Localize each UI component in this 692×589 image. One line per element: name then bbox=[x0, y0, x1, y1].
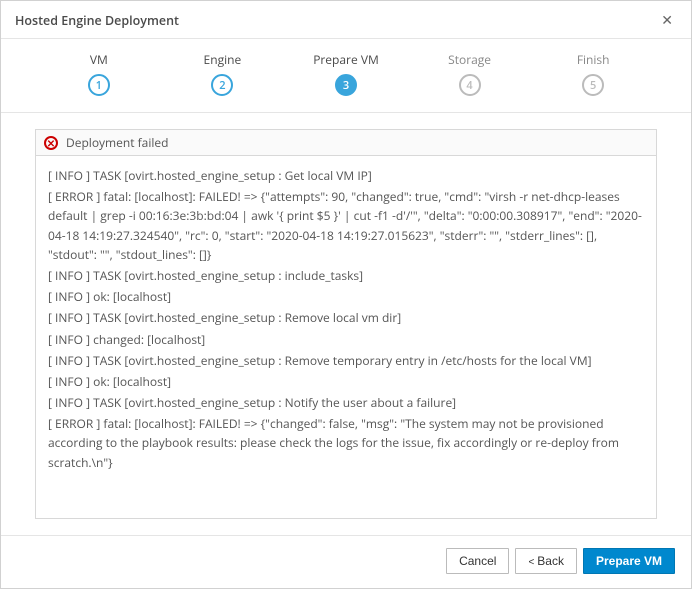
step-vm[interactable]: VM 1 bbox=[37, 51, 161, 96]
dialog-footer: Cancel <Back Prepare VM bbox=[1, 535, 691, 588]
close-icon[interactable]: ✕ bbox=[657, 9, 677, 32]
step-circle: 4 bbox=[459, 74, 481, 96]
step-circle: 1 bbox=[88, 74, 110, 96]
step-label: Finish bbox=[577, 51, 610, 68]
log-line: [ INFO ] ok: [localhost] bbox=[48, 287, 644, 306]
status-text: Deployment failed bbox=[66, 134, 169, 151]
chevron-left-icon: < bbox=[528, 557, 534, 568]
dialog-header: Hosted Engine Deployment ✕ bbox=[1, 1, 691, 39]
back-button[interactable]: <Back bbox=[515, 548, 577, 574]
step-label: Storage bbox=[448, 51, 491, 68]
log-line: [ INFO ] TASK [ovirt.hosted_engine_setup… bbox=[48, 266, 644, 285]
back-label: Back bbox=[537, 554, 564, 568]
step-prepare-vm[interactable]: Prepare VM 3 bbox=[284, 51, 408, 96]
error-icon: ✕ bbox=[44, 136, 58, 150]
hosted-engine-dialog: Hosted Engine Deployment ✕ VM 1 Engine 2… bbox=[0, 0, 692, 589]
step-circle: 2 bbox=[211, 74, 233, 96]
step-label: VM bbox=[90, 51, 108, 68]
log-output[interactable]: [ INFO ] TASK [ovirt.hosted_engine_setup… bbox=[35, 155, 657, 519]
step-label: Prepare VM bbox=[313, 51, 379, 68]
log-line: [ ERROR ] fatal: [localhost]: FAILED! =>… bbox=[48, 414, 644, 472]
dialog-title: Hosted Engine Deployment bbox=[15, 12, 179, 29]
log-line: [ INFO ] TASK [ovirt.hosted_engine_setup… bbox=[48, 166, 644, 185]
step-circle: 5 bbox=[582, 74, 604, 96]
step-storage[interactable]: Storage 4 bbox=[408, 51, 532, 96]
wizard-steps: VM 1 Engine 2 Prepare VM 3 Storage 4 Fin… bbox=[1, 39, 691, 113]
log-line: [ ERROR ] fatal: [localhost]: FAILED! =>… bbox=[48, 187, 644, 264]
step-label: Engine bbox=[204, 51, 242, 68]
prepare-vm-button[interactable]: Prepare VM bbox=[583, 548, 675, 574]
log-line: [ INFO ] TASK [ovirt.hosted_engine_setup… bbox=[48, 351, 644, 370]
step-finish[interactable]: Finish 5 bbox=[531, 51, 655, 96]
log-line: [ INFO ] TASK [ovirt.hosted_engine_setup… bbox=[48, 308, 644, 327]
step-engine[interactable]: Engine 2 bbox=[161, 51, 285, 96]
log-line: [ INFO ] TASK [ovirt.hosted_engine_setup… bbox=[48, 393, 644, 412]
cancel-button[interactable]: Cancel bbox=[446, 548, 509, 574]
status-row: ✕ Deployment failed bbox=[35, 129, 657, 155]
dialog-body: ✕ Deployment failed [ INFO ] TASK [ovirt… bbox=[1, 113, 691, 535]
step-circle: 3 bbox=[335, 74, 357, 96]
log-line: [ INFO ] ok: [localhost] bbox=[48, 372, 644, 391]
log-line: [ INFO ] changed: [localhost] bbox=[48, 330, 644, 349]
